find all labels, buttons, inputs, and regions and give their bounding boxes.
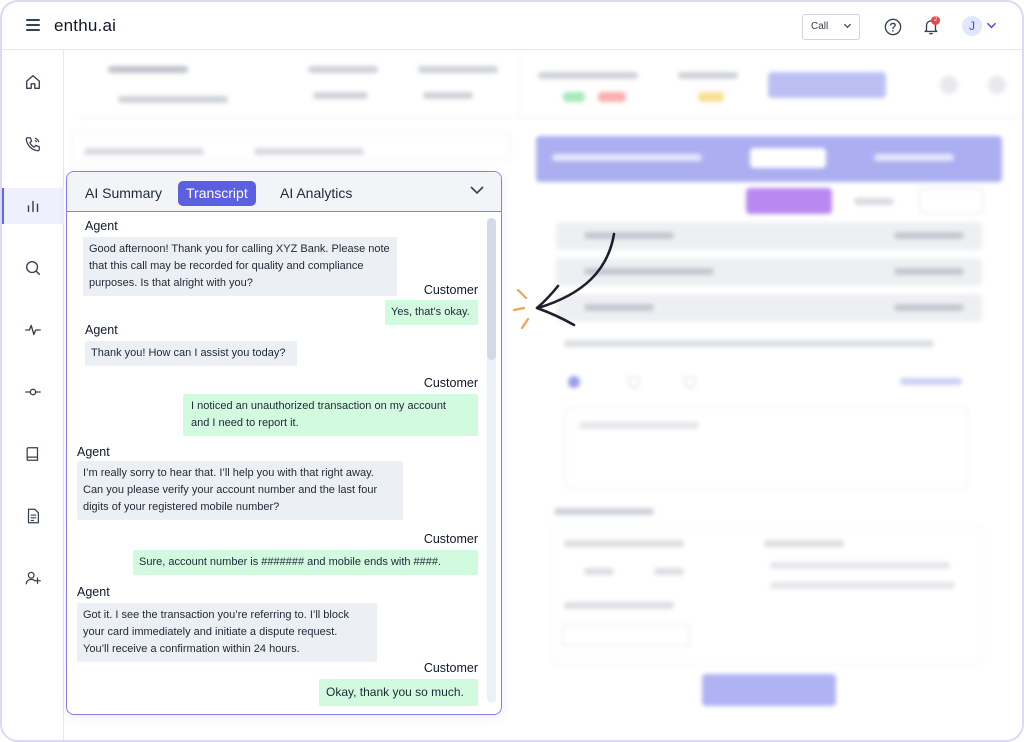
hamburger-menu-icon[interactable] <box>26 19 40 31</box>
call-select-value: Call <box>811 21 829 32</box>
phone-icon <box>25 137 40 152</box>
message-line: Can you please verify your account numbe… <box>83 484 378 496</box>
message-line: Sure, account number is ####### and mobi… <box>139 556 442 568</box>
home-icon <box>26 75 40 89</box>
message-line: Got it. I see the transaction you’re ref… <box>83 609 349 621</box>
sidebar-item-analytics[interactable] <box>2 188 64 224</box>
message-line: purposes. Is that alright with you? <box>89 277 253 289</box>
sidebar-item-search[interactable] <box>2 250 64 286</box>
speaker-label: Customer <box>423 661 478 675</box>
speaker-label: Customer <box>423 532 478 546</box>
message-line: that this call may be recorded for quali… <box>89 260 364 272</box>
help-icon[interactable] <box>884 18 902 36</box>
add-user-icon <box>25 571 41 585</box>
tab-ai-analytics[interactable]: AI Analytics <box>280 181 352 206</box>
activity-icon <box>25 324 41 336</box>
customer-message: Sure, account number is ####### and mobi… <box>133 550 478 575</box>
blurred-header <box>78 56 1018 118</box>
transcript-messages: Agent Good afternoon! Thank you for call… <box>67 213 487 713</box>
customer-message: Okay, thank you so much. <box>319 679 478 706</box>
document-icon <box>27 508 40 524</box>
tab-transcript[interactable]: Transcript <box>178 181 256 206</box>
tab-ai-summary[interactable]: AI Summary <box>85 181 162 206</box>
message-line: I noticed an unauthorized transaction on… <box>191 400 446 412</box>
sidebar-item-add-user[interactable] <box>2 560 64 596</box>
sidebar-item-library[interactable] <box>2 436 64 472</box>
brand-logo: enthu.ai <box>54 16 117 35</box>
scrollbar-thumb[interactable] <box>487 218 496 360</box>
message-line: and I need to report it. <box>191 417 299 429</box>
avatar[interactable]: J <box>962 16 982 36</box>
customer-message: Yes, that’s okay. <box>385 300 478 325</box>
analytics-icon <box>27 200 39 213</box>
commit-icon <box>25 388 41 396</box>
agent-message: Good afternoon! Thank you for calling XY… <box>83 237 397 296</box>
message-line: Thank you! How can I assist you today? <box>91 347 286 359</box>
sidebar-item-calls[interactable] <box>2 126 64 162</box>
message-line: your card immediately and initiate a dis… <box>83 626 338 638</box>
pointer-arrow-icon <box>512 232 616 330</box>
message-line: Yes, that’s okay. <box>391 306 470 318</box>
customer-message: I noticed an unauthorized transaction on… <box>183 394 478 436</box>
speaker-label: Agent <box>85 219 118 233</box>
app-window: enthu.ai Call 2 J AI Summary Transcript … <box>0 0 1024 742</box>
book-icon <box>26 447 39 461</box>
speaker-label: Agent <box>77 585 110 599</box>
search-icon <box>26 261 41 276</box>
panel-tabs: AI Summary Transcript AI Analytics <box>67 172 501 212</box>
speaker-label: Customer <box>423 376 478 390</box>
sidebar <box>2 50 64 740</box>
agent-message: I’m really sorry to hear that. I’ll help… <box>77 461 403 520</box>
agent-message: Thank you! How can I assist you today? <box>85 341 297 366</box>
sidebar-item-home[interactable] <box>2 64 64 100</box>
agent-message: Got it. I see the transaction you’re ref… <box>77 603 377 662</box>
transcript-panel: AI Summary Transcript AI Analytics Agent… <box>66 171 502 715</box>
speaker-label: Agent <box>77 445 110 459</box>
top-bar: enthu.ai Call 2 J <box>2 2 1022 50</box>
transcript-scrollbar[interactable] <box>487 218 496 703</box>
chevron-down-icon <box>843 23 852 29</box>
message-line: Good afternoon! Thank you for calling XY… <box>89 243 390 255</box>
message-line: digits of your registered mobile number? <box>83 501 280 513</box>
speaker-label: Agent <box>85 323 118 337</box>
message-line: Okay, thank you so much. <box>326 685 464 699</box>
sidebar-item-commit[interactable] <box>2 374 64 410</box>
sidebar-item-activity[interactable] <box>2 312 64 348</box>
call-type-select[interactable]: Call <box>802 14 860 40</box>
message-line: You’ll receive a confirmation within 24 … <box>83 643 300 655</box>
message-line: I’m really sorry to hear that. I’ll help… <box>83 467 374 479</box>
chevron-down-icon[interactable] <box>986 21 997 30</box>
sidebar-item-documents[interactable] <box>2 498 64 534</box>
chevron-down-icon[interactable] <box>469 184 485 196</box>
speaker-label: Customer <box>423 283 478 297</box>
notification-badge: 2 <box>931 16 940 25</box>
